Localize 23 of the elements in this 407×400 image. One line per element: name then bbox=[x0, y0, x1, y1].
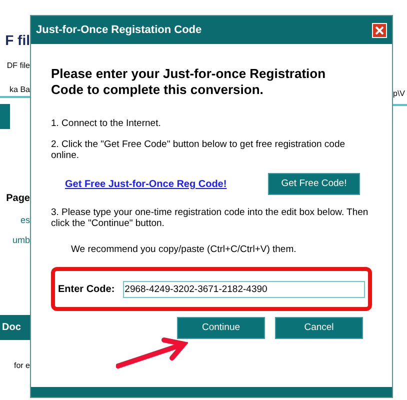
hint-text: We recommend you copy/paste (Ctrl+C/Ctrl+V) them. bbox=[70, 243, 298, 257]
path-field[interactable]: p\V bbox=[393, 89, 406, 98]
close-icon bbox=[375, 26, 384, 34]
window-title: Just-for-Once Registation Code bbox=[36, 22, 202, 38]
code-label: Enter Code: bbox=[58, 282, 115, 297]
get-code-button[interactable]: Get Free Code! bbox=[268, 173, 360, 195]
link-text[interactable]: umb bbox=[12, 234, 30, 247]
dialog-button[interactable]: Continue bbox=[177, 317, 265, 340]
label-text: DF file bbox=[6, 60, 30, 72]
section-bar: Doc bbox=[0, 315, 30, 340]
get-code-link[interactable]: Get Free Just-for-Once Reg Code! bbox=[65, 176, 227, 192]
dialog-button[interactable]: Cancel bbox=[275, 317, 363, 340]
dialog-heading: Please enter your Just-for-once Registration Code to complete this conversion. bbox=[51, 66, 327, 98]
path-field[interactable]: ka Ba bbox=[10, 84, 30, 96]
step-text: 2. Click the "Get Free Code" button below to get free registration code online. bbox=[51, 139, 346, 161]
page-title: F fil bbox=[5, 31, 30, 50]
step-text: 1. Connect to the Internet. bbox=[51, 118, 162, 129]
section-title: Page bbox=[6, 192, 30, 206]
code-field[interactable]: 2968-4249-3202-3671-2182-4390 bbox=[122, 280, 365, 298]
close-button[interactable] bbox=[372, 22, 387, 38]
link-text[interactable]: es bbox=[20, 214, 30, 228]
step-text: 3. Please type your one-time registration code into the edit box below. Then click the "Continue" button. bbox=[51, 207, 370, 229]
label-text: for e bbox=[14, 360, 30, 372]
